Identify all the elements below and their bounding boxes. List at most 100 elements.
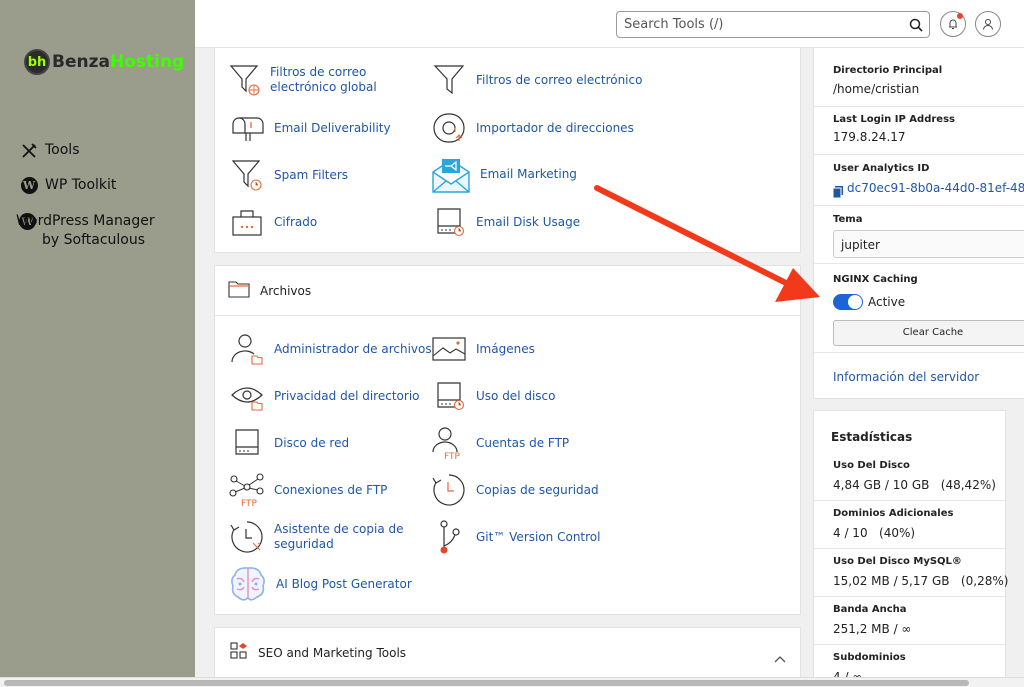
ftp-connections-icon: FTP (229, 472, 265, 508)
email-item-email-marketing[interactable]: Email Marketing (431, 154, 577, 194)
sidebar-item-tools[interactable]: Tools (19, 141, 80, 160)
search-icon[interactable] (909, 17, 923, 36)
sidebar-item-label: Tools (45, 142, 80, 158)
files-item-file-manager[interactable]: Administrador de archivos (229, 331, 432, 367)
top-bar: Search Tools (/) (195, 0, 1024, 48)
disk-usage-icon (431, 204, 467, 240)
bell-icon (949, 19, 957, 29)
home-dir-value: /home/cristian (833, 82, 920, 96)
analytics-value[interactable]: dc70ec91-8b0a-44d0-81ef-48... (847, 181, 1024, 195)
nginx-label: NGINX Caching (833, 274, 918, 285)
notification-dot (957, 13, 963, 19)
stat-row: Uso Del Disco MySQL® 15,02 MB / 5,17 GB … (814, 549, 1008, 597)
seo-title: SEO and Marketing Tools (258, 646, 407, 660)
seo-tools-icon (230, 642, 248, 664)
address-importer-icon (431, 110, 467, 146)
files-item-ai-blog[interactable]: AI Blog Post Generator (229, 565, 412, 603)
svg-text:FTP: FTP (241, 499, 258, 507)
files-item-ftp-connections[interactable]: FTP Conexiones de FTP (229, 472, 387, 508)
email-item-global-filters[interactable]: Filtros de correo electrónico global (229, 62, 434, 98)
email-marketing-icon (431, 154, 471, 194)
copy-icon[interactable] (832, 183, 843, 202)
server-info-row: Información del servidor (813, 353, 1024, 399)
sidebar-item-label: WordPress Manager by Softaculous (16, 213, 155, 248)
logo-badge: bh (24, 49, 50, 75)
stats-title: Estadísticas (831, 430, 913, 444)
horizontal-scrollbar[interactable] (0, 677, 1024, 687)
sidebar-item-label: WP Toolkit (45, 177, 117, 193)
tema-value: jupiter (841, 238, 880, 252)
last-ip-row: Last Login IP Address 179.8.24.17 (814, 107, 1024, 155)
directory-privacy-icon (229, 378, 265, 414)
scrollbar-thumb[interactable] (4, 680, 969, 686)
email-item-spam-filters[interactable]: Spam Filters (229, 157, 348, 193)
email-item-address-importer[interactable]: Importador de direcciones (431, 110, 634, 146)
ai-brain-icon (229, 565, 267, 603)
files-item-ftp-accounts[interactable]: FTP Cuentas de FTP (431, 425, 569, 461)
file-manager-icon (229, 331, 265, 367)
notifications-button[interactable] (940, 11, 966, 37)
backup-icon (431, 472, 467, 508)
analytics-row: User Analytics ID dc70ec91-8b0a-44d0-81e… (814, 155, 1024, 206)
clear-cache-button[interactable]: Clear Cache (833, 320, 1024, 346)
last-ip-value: 179.8.24.17 (833, 130, 906, 144)
filter-icon (431, 62, 467, 98)
nginx-toggle[interactable] (833, 294, 863, 310)
encryption-icon (229, 204, 265, 240)
files-title: Archivos (260, 283, 312, 298)
files-item-images[interactable]: Imágenes (431, 331, 535, 367)
home-dir-label: Directorio Principal (833, 65, 943, 76)
images-icon (431, 331, 467, 367)
files-item-backup[interactable]: Copias de seguridad (431, 472, 599, 508)
nginx-status: Active (868, 295, 906, 309)
ftp-accounts-icon: FTP (431, 425, 467, 461)
stat-row: Uso Del Disco 4,84 GB / 10 GB (48,42%) (814, 453, 1005, 501)
disk-usage-icon (431, 378, 467, 414)
stat-row: Dominios Adicionales 4 / 10 (40%) (814, 501, 1005, 549)
svg-text:FTP: FTP (444, 452, 461, 460)
sidebar: bh BenzaHosting Tools W WP Toolkit W Wor… (0, 0, 195, 687)
user-menu-button[interactable] (975, 11, 1001, 37)
files-item-disk-usage[interactable]: Uso del disco (431, 378, 555, 414)
user-icon (983, 19, 993, 30)
email-item-filters[interactable]: Filtros de correo electrónico (431, 62, 791, 98)
git-icon (431, 519, 467, 555)
stat-row: Banda Ancha 251,2 MB / ∞ (814, 597, 1005, 645)
mailbox-icon (229, 110, 265, 146)
spam-filter-icon (229, 157, 265, 193)
sidebar-item-wp-toolkit[interactable]: W WP Toolkit (19, 176, 116, 195)
last-ip-label: Last Login IP Address (833, 114, 955, 125)
analytics-label: User Analytics ID (833, 163, 930, 174)
tema-row: Tema jupiter (814, 206, 1024, 264)
files-item-network-disk[interactable]: Disco de red (229, 425, 349, 461)
email-item-deliverability[interactable]: Email Deliverability (229, 110, 391, 146)
files-item-backup-wizard[interactable]: Asistente de copia de seguridad (229, 519, 414, 555)
logo-text: BenzaHosting (52, 52, 185, 72)
seo-header[interactable]: SEO and Marketing Tools (215, 628, 800, 678)
general-info-panel: Directorio Principal /home/cristian Last… (813, 48, 1024, 353)
network-disk-icon (229, 425, 265, 461)
wordpress-icon: W (19, 176, 39, 195)
search-input[interactable]: Search Tools (/) (616, 11, 930, 38)
tema-label: Tema (833, 214, 863, 225)
search-placeholder: Search Tools (/) (624, 17, 724, 32)
home-dir-row: Directorio Principal /home/cristian (814, 48, 1024, 107)
files-item-directory-privacy[interactable]: Privacidad del directorio (229, 378, 420, 414)
email-item-disk-usage[interactable]: Email Disk Usage (431, 204, 580, 240)
statistics-panel: Estadísticas Uso Del Disco 4,84 GB / 10 … (813, 410, 1008, 687)
nginx-row: NGINX Caching Active Clear Cache (814, 264, 1024, 353)
server-info-link[interactable]: Información del servidor (833, 370, 979, 384)
tools-icon (19, 141, 39, 160)
email-item-encryption[interactable]: Cifrado (229, 204, 317, 240)
backup-wizard-icon (229, 519, 265, 555)
email-panel: Filtros de correo electrónico global Fil… (214, 48, 801, 253)
sidebar-item-wordpress-manager[interactable]: W WordPress Manager by Softaculous (16, 212, 169, 250)
tema-select[interactable]: jupiter (833, 230, 1024, 258)
files-item-git[interactable]: Git™ Version Control (431, 519, 600, 555)
global-filter-icon (229, 62, 261, 98)
benzahosting-logo[interactable]: bh BenzaHosting (24, 48, 184, 76)
folder-icon (228, 280, 250, 302)
files-header[interactable]: Archivos (215, 266, 800, 316)
files-panel: Archivos Administrador de archivos Imáge… (214, 265, 801, 615)
chevron-up-icon[interactable] (774, 648, 786, 667)
